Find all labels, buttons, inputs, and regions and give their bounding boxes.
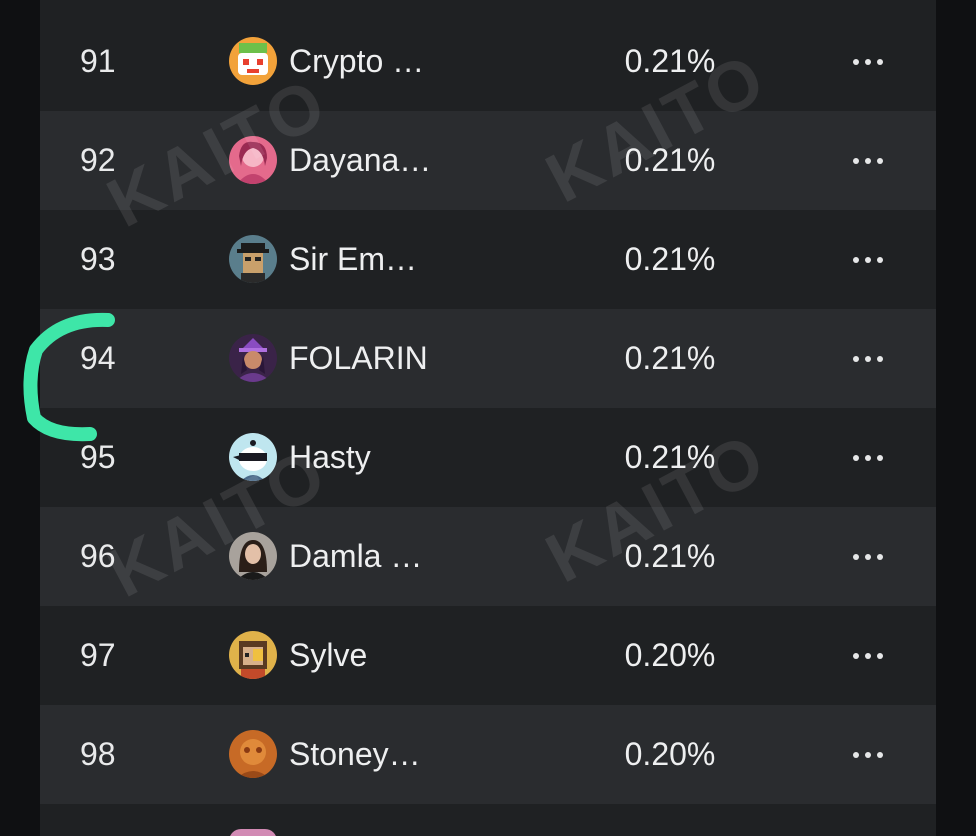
rank-number: 91 (80, 43, 116, 79)
user-name[interactable]: FOLARIN (289, 309, 428, 408)
ellipsis-icon (853, 455, 859, 461)
user-name[interactable]: Crypto … (289, 12, 424, 111)
more-options-button[interactable] (840, 48, 896, 76)
ellipsis-icon (853, 59, 859, 65)
ellipsis-icon (853, 158, 859, 164)
mindshare-percent: 0.20% (624, 736, 716, 772)
rank-number: 94 (80, 340, 116, 376)
more-options-button[interactable] (840, 642, 896, 670)
user-name[interactable]: Sir Em… (289, 210, 417, 309)
mindshare-percent: 0.21% (624, 439, 716, 475)
dayana-avatar-icon[interactable] (229, 136, 277, 184)
ellipsis-icon (853, 653, 859, 659)
leaderboard-row[interactable]: 91 Crypto … 0.21% (40, 12, 936, 111)
ellipsis-icon (853, 554, 859, 560)
more-options-button[interactable] (840, 741, 896, 769)
leaderboard-row[interactable]: 97 Sylve 0.20% (40, 606, 936, 705)
user-name[interactable]: Sylve (289, 606, 367, 705)
leaderboard-row[interactable]: 93 Sir Em… 0.21% (40, 210, 936, 309)
leaderboard-list: 91 Crypto … 0.21% 92 Dayana… 0.21% 93 Si… (40, 0, 936, 836)
more-options-button[interactable] (840, 345, 896, 373)
sylve-avatar-icon[interactable] (229, 631, 277, 679)
user-name[interactable]: Hasty (289, 408, 371, 507)
more-options-button[interactable] (840, 444, 896, 472)
user-name[interactable]: Dayana… (289, 111, 431, 210)
folarin-avatar-icon[interactable] (229, 334, 277, 382)
rank-number: 92 (80, 142, 116, 178)
mindshare-percent: 0.21% (624, 241, 716, 277)
ellipsis-icon (853, 752, 859, 758)
leaderboard-row[interactable]: 95 Hasty 0.21% (40, 408, 936, 507)
mindshare-percent: 0.21% (624, 340, 716, 376)
more-options-button[interactable] (840, 543, 896, 571)
rank-number: 96 (80, 538, 116, 574)
leaderboard-row-partial (40, 804, 936, 836)
leaderboard-row[interactable]: 94 FOLARIN 0.21% (40, 309, 936, 408)
leaderboard-row[interactable]: 98 Stoney… 0.20% (40, 705, 936, 804)
rank-number: 97 (80, 637, 116, 673)
ellipsis-icon (853, 257, 859, 263)
more-options-button[interactable] (840, 246, 896, 274)
sir-em-avatar-icon[interactable] (229, 235, 277, 283)
damla-avatar-icon[interactable] (229, 532, 277, 580)
mindshare-percent: 0.21% (624, 538, 716, 574)
mindshare-percent: 0.20% (624, 637, 716, 673)
user-name[interactable]: Stoney… (289, 705, 421, 804)
user-name[interactable]: Damla … (289, 507, 422, 606)
rank-number: 98 (80, 736, 116, 772)
crypto-avatar-icon[interactable] (229, 37, 277, 85)
ellipsis-icon (853, 356, 859, 362)
more-options-button[interactable] (840, 147, 896, 175)
mindshare-percent: 0.21% (624, 43, 716, 79)
mindshare-percent: 0.21% (624, 142, 716, 178)
leaderboard-row[interactable]: 96 Damla … 0.21% (40, 507, 936, 606)
rank-number: 95 (80, 439, 116, 475)
rank-number: 93 (80, 241, 116, 277)
partial-avatar-icon (229, 829, 277, 836)
hasty-avatar-icon[interactable] (229, 433, 277, 481)
stoney-avatar-icon[interactable] (229, 730, 277, 778)
leaderboard-row[interactable]: 92 Dayana… 0.21% (40, 111, 936, 210)
leaderboard-screen: 91 Crypto … 0.21% 92 Dayana… 0.21% 93 Si… (0, 0, 976, 836)
